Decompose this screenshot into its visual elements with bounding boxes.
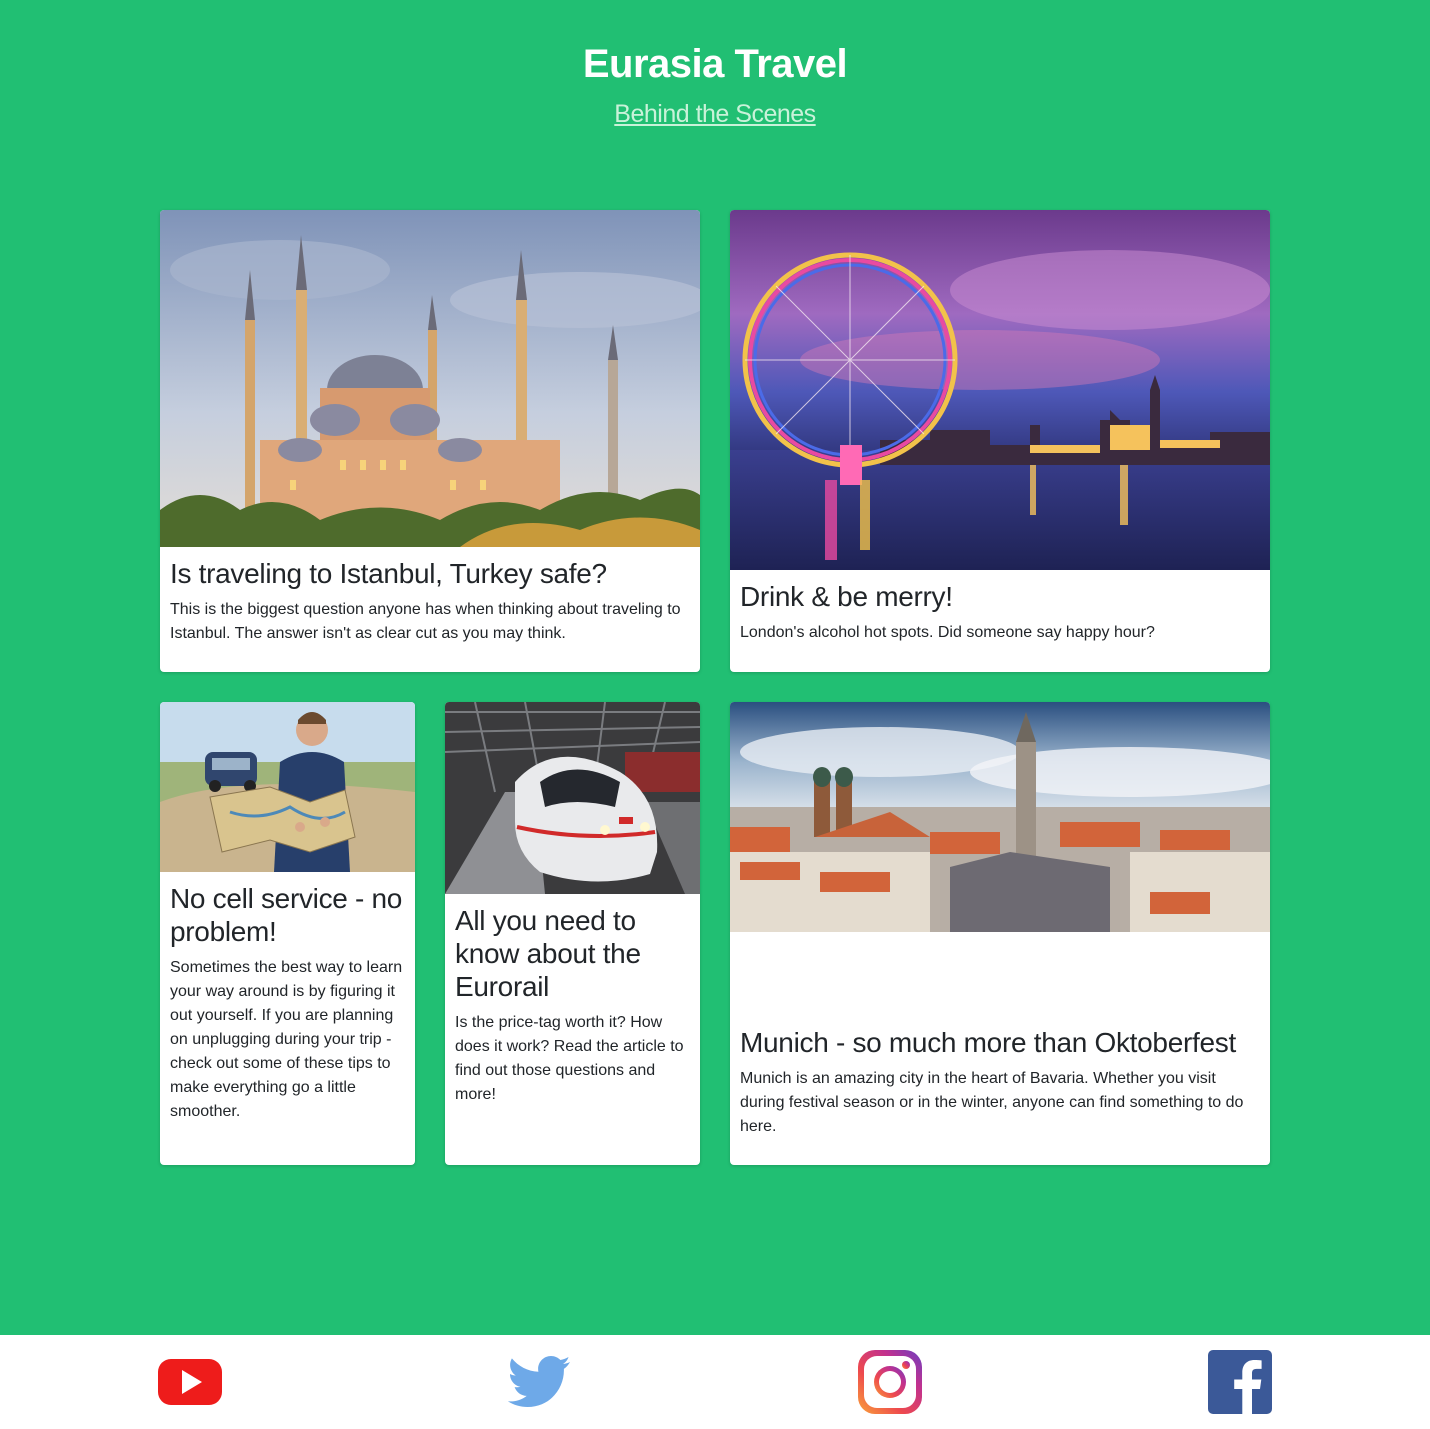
card-title[interactable]: Is traveling to Istanbul, Turkey safe? bbox=[170, 557, 692, 590]
article-card-istanbul[interactable]: Is traveling to Istanbul, Turkey safe? T… bbox=[160, 210, 700, 672]
card-text: Munich is an amazing city in the heart o… bbox=[740, 1070, 1244, 1135]
card-text: London's alcohol hot spots. Did someone … bbox=[740, 624, 1155, 641]
article-card-london[interactable]: Drink & be merry! London's alcohol hot s… bbox=[730, 210, 1270, 672]
card-title[interactable]: Munich - so much more than Oktoberfest bbox=[740, 1026, 1262, 1059]
site-title: Eurasia Travel bbox=[582, 42, 848, 86]
instagram-icon[interactable] bbox=[858, 1350, 922, 1414]
card-title[interactable]: Drink & be merry! bbox=[740, 580, 1262, 613]
footer bbox=[0, 1335, 1430, 1429]
behind-the-scenes-link[interactable]: Behind the Scenes bbox=[0, 100, 1430, 129]
card-title[interactable]: All you need to know about the Eurorail bbox=[455, 904, 692, 1003]
eurorail-train-image bbox=[445, 702, 700, 894]
card-text: This is the biggest question anyone has … bbox=[170, 601, 681, 642]
card-text: Is the price-tag worth it? How does it w… bbox=[455, 1014, 684, 1103]
article-card-eurorail[interactable]: All you need to know about the Eurorail … bbox=[445, 702, 700, 1165]
card-text: Sometimes the best way to learn your way… bbox=[170, 959, 403, 1120]
twitter-icon[interactable] bbox=[508, 1350, 572, 1414]
munich-skyline-image bbox=[730, 702, 1270, 932]
traveler-map-image bbox=[160, 702, 415, 872]
istanbul-mosque-image bbox=[160, 210, 700, 547]
london-eye-image bbox=[730, 210, 1270, 570]
youtube-icon[interactable] bbox=[158, 1350, 222, 1414]
article-card-munich[interactable]: Munich - so much more than Oktoberfest M… bbox=[730, 702, 1270, 1165]
card-title[interactable]: No cell service - no problem! bbox=[170, 882, 407, 948]
article-card-no-cell-service[interactable]: No cell service - no problem! Sometimes … bbox=[160, 702, 415, 1165]
facebook-icon[interactable] bbox=[1208, 1350, 1272, 1414]
